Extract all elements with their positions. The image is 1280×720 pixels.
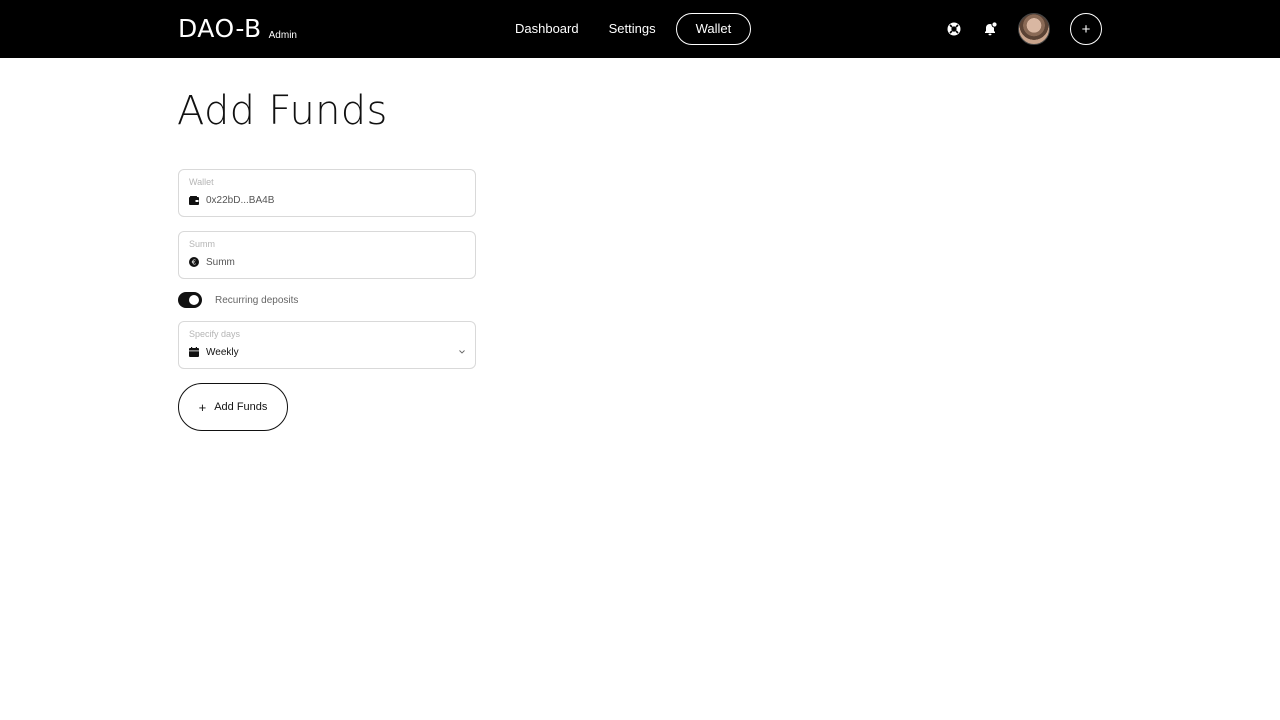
logo-subtitle: Admin [268, 30, 297, 41]
recurring-deposits-row: Recurring deposits [178, 291, 298, 309]
add-funds-button-label: Add Funds [214, 401, 268, 413]
header-actions: + [944, 13, 1102, 45]
avatar[interactable] [1018, 13, 1050, 45]
summ-field[interactable]: Summ € Summ [178, 231, 476, 279]
specify-days-row: Weekly [189, 345, 465, 359]
nav-wallet[interactable]: Wallet [675, 13, 752, 45]
summ-input[interactable]: Summ [206, 257, 235, 268]
recurring-deposits-toggle[interactable] [178, 292, 202, 308]
wallet-icon [189, 195, 199, 205]
specify-days-select[interactable]: Specify days Weekly [178, 321, 476, 369]
logo[interactable]: DAO-B Admin [178, 14, 297, 44]
summ-field-label: Summ [189, 239, 216, 249]
recurring-deposits-label: Recurring deposits [215, 294, 299, 306]
logo-mark: DAO-B [178, 14, 262, 43]
euro-glyph: € [192, 259, 196, 267]
main-nav: Dashboard Settings Wallet [505, 13, 752, 45]
chevron-down-icon[interactable] [459, 350, 465, 354]
summ-field-row: € Summ [189, 255, 465, 269]
top-navigation-bar: DAO-B Admin Dashboard Settings Wallet + [0, 0, 1280, 58]
add-funds-button[interactable]: + Add Funds [178, 383, 288, 431]
specify-days-label: Specify days [189, 329, 241, 339]
wallet-address: 0x22bD...BA4B [206, 194, 275, 206]
nav-dashboard[interactable]: Dashboard [505, 13, 589, 45]
wallet-field-label: Wallet [189, 177, 214, 187]
page-title: Add Funds [177, 88, 388, 134]
wallet-field-row: 0x22bD...BA4B [189, 193, 465, 207]
specify-days-value: Weekly [206, 346, 239, 358]
wallet-field[interactable]: Wallet 0x22bD...BA4B [178, 169, 476, 217]
nav-settings[interactable]: Settings [599, 13, 666, 45]
euro-icon: € [189, 257, 199, 267]
lifebuoy-icon[interactable] [944, 19, 964, 39]
bell-icon[interactable] [980, 19, 1000, 39]
plus-icon: + [198, 399, 207, 415]
plus-icon[interactable]: + [1070, 13, 1102, 45]
calendar-icon [189, 347, 199, 357]
